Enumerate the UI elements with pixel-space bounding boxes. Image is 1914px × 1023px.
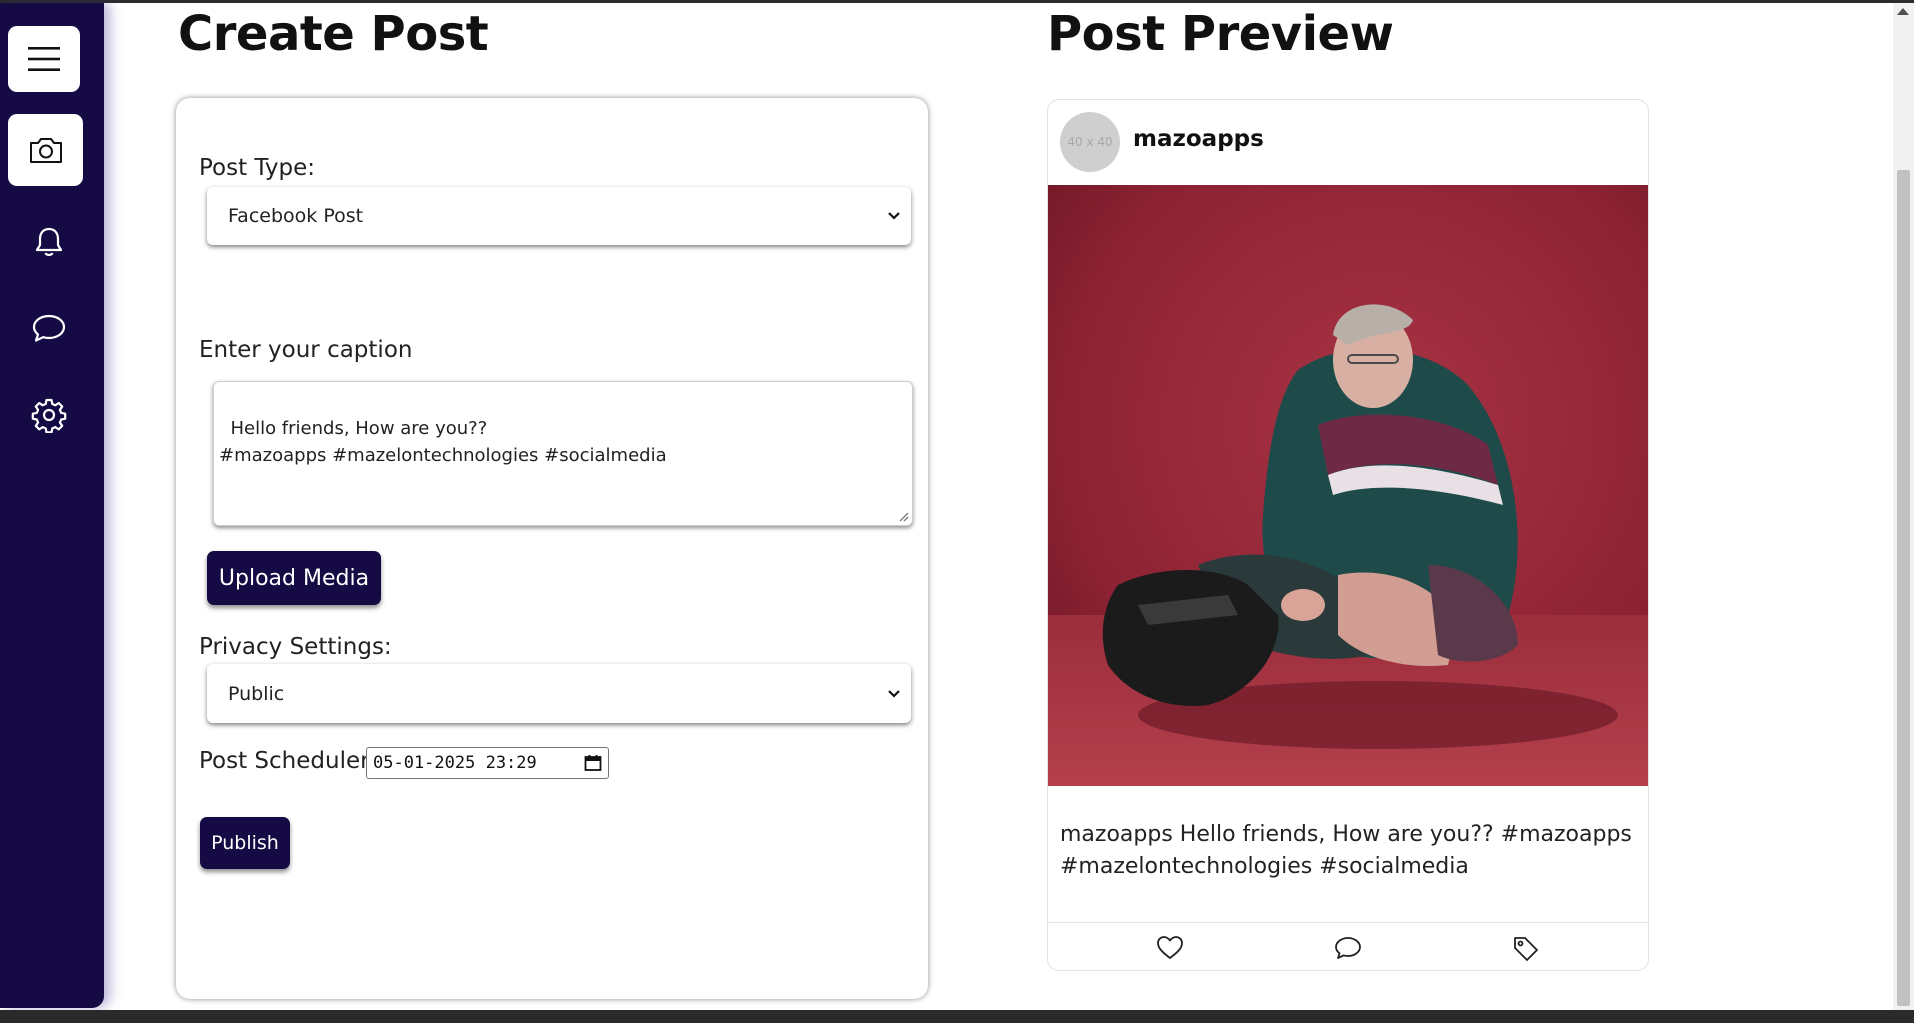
post-scheduler-input[interactable]: 05-01-2025 23:29 (366, 747, 609, 779)
post-preview-title: Post Preview (1047, 6, 1394, 62)
publish-button[interactable]: Publish (200, 817, 290, 869)
post-scheduler-value: 05-01-2025 23:29 (373, 753, 537, 773)
caption-label: Enter your caption (199, 337, 413, 363)
heart-icon[interactable] (1156, 935, 1184, 961)
post-actions-bar (1048, 922, 1648, 970)
sidebar-item-notifications[interactable] (24, 219, 74, 265)
post-image (1048, 185, 1648, 786)
tag-icon[interactable] (1512, 935, 1540, 961)
comment-icon[interactable] (1334, 935, 1362, 961)
camera-icon (29, 138, 62, 163)
chevron-down-icon (888, 212, 900, 220)
scrollbar-thumb[interactable] (1897, 170, 1910, 1006)
taskbar-strip (0, 1010, 1914, 1023)
window-top-border (0, 0, 1914, 3)
sidebar-item-settings[interactable] (24, 392, 74, 438)
post-type-label: Post Type: (199, 155, 316, 181)
sidebar-item-menu[interactable] (8, 26, 80, 92)
post-preview-card: 40 x 40 mazoapps mazoapps Hello friends,… (1047, 99, 1649, 971)
preview-username: mazoapps (1133, 126, 1264, 152)
upload-media-button[interactable]: Upload Media (207, 551, 381, 605)
privacy-select[interactable]: Public (207, 664, 911, 723)
post-type-value: Facebook Post (228, 205, 364, 227)
scroll-up-arrow-icon[interactable] (1897, 8, 1909, 15)
privacy-settings-label: Privacy Settings: (199, 634, 392, 660)
chevron-down-icon (888, 689, 900, 698)
gear-icon (31, 398, 67, 433)
preview-caption: mazoapps Hello friends, How are you?? #m… (1060, 822, 1632, 879)
sidebar (0, 3, 104, 1008)
sidebar-item-camera[interactable] (8, 114, 83, 186)
avatar-placeholder-text: 40 x 40 (1067, 135, 1113, 149)
create-post-title: Create Post (178, 6, 489, 62)
calendar-icon[interactable] (584, 754, 602, 772)
chat-bubble-icon (32, 314, 66, 342)
avatar: 40 x 40 (1060, 112, 1120, 172)
caption-text: Hello friends, How are you?? #mazoapps #… (219, 418, 667, 466)
post-type-select[interactable]: Facebook Post (207, 187, 911, 245)
sidebar-item-messages[interactable] (24, 305, 74, 351)
post-scheduler-label: Post Scheduler: (199, 748, 377, 774)
hamburger-menu-icon (28, 47, 60, 71)
bell-icon (35, 227, 63, 256)
caption-textarea[interactable]: Hello friends, How are you?? #mazoapps #… (213, 381, 913, 526)
privacy-value: Public (228, 682, 285, 705)
resize-grip-icon[interactable] (898, 511, 909, 522)
